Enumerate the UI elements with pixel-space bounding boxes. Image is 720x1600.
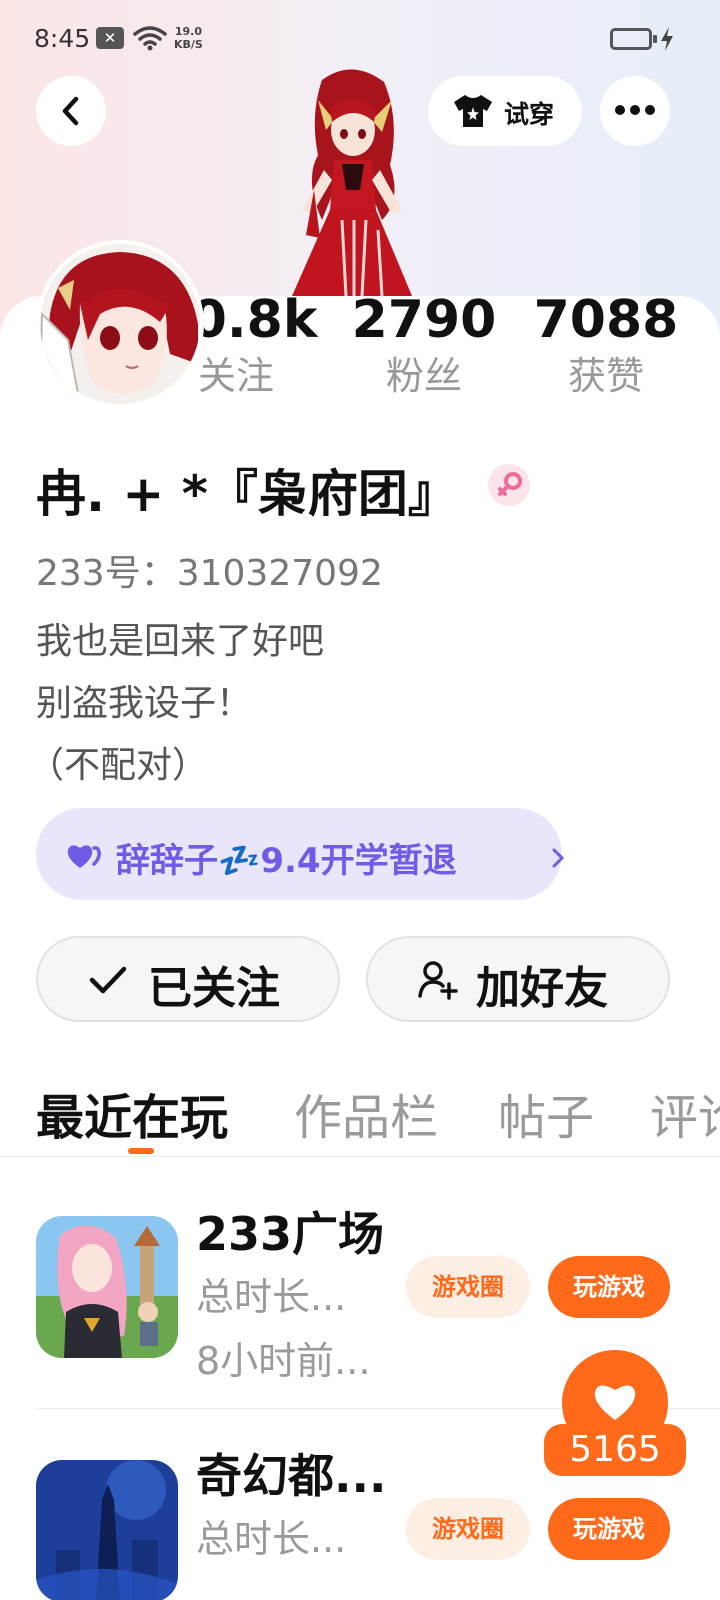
tab-posts[interactable]: 帖子 bbox=[498, 1078, 594, 1148]
add-friend-button[interactable]: 加好友 bbox=[366, 936, 670, 1022]
tab-comments[interactable]: 评论 bbox=[650, 1078, 720, 1148]
avatar-image bbox=[40, 244, 200, 404]
game-icon-233-plaza[interactable] bbox=[36, 1216, 178, 1358]
wifi-icon bbox=[133, 26, 167, 51]
stat-fans-value: 2790 bbox=[351, 290, 497, 350]
stat-likes[interactable]: 7088 获赞 bbox=[516, 290, 696, 398]
stat-fans[interactable]: 2790 粉丝 bbox=[334, 290, 514, 398]
bio-line-3: （不配对） bbox=[28, 745, 209, 786]
try-on-label: 试穿 bbox=[504, 100, 555, 129]
play-game-button[interactable]: 玩游戏 bbox=[548, 1498, 670, 1560]
more-options-button[interactable] bbox=[600, 76, 670, 146]
more-dots-icon bbox=[615, 105, 655, 115]
gender-badge bbox=[488, 464, 530, 506]
network-speed-unit: KB/S bbox=[174, 38, 203, 51]
user-avatar[interactable] bbox=[36, 240, 204, 408]
battery-icon bbox=[610, 28, 657, 50]
chevron-left-icon bbox=[62, 96, 79, 126]
user-status-pill[interactable]: 辞辞子💤9.4开学暂退 bbox=[36, 808, 564, 900]
like-count: 5165 bbox=[544, 1424, 686, 1476]
tab-recently-played[interactable]: 最近在玩 bbox=[36, 1078, 228, 1148]
stat-likes-value: 7088 bbox=[533, 290, 679, 350]
followed-button[interactable]: 已关注 bbox=[36, 936, 340, 1022]
stat-likes-label: 获赞 bbox=[567, 354, 644, 398]
game-title: 奇幻都... bbox=[196, 1449, 387, 1503]
chevron-right-icon bbox=[552, 848, 564, 868]
active-tab-indicator bbox=[128, 1148, 154, 1154]
bio-line-2: 别盗我设子！ bbox=[36, 683, 253, 724]
bio-line-1: 我也是回来了好吧 bbox=[36, 621, 325, 662]
female-icon bbox=[498, 472, 522, 496]
back-button[interactable] bbox=[36, 76, 106, 146]
try-on-button[interactable]: 试穿 bbox=[428, 76, 582, 146]
play-game-button[interactable]: 玩游戏 bbox=[548, 1256, 670, 1318]
user-id: 233号：310327092 bbox=[36, 553, 383, 594]
game-playtime: 总时长... bbox=[196, 1517, 347, 1561]
game-icon-fantasy-city[interactable] bbox=[36, 1460, 178, 1600]
user-name: 冉. + *『枭府团』 bbox=[36, 465, 458, 523]
tab-works[interactable]: 作品栏 bbox=[294, 1078, 438, 1148]
game-artwork bbox=[36, 1460, 178, 1600]
game-artwork bbox=[36, 1216, 178, 1358]
game-circle-button[interactable]: 游戏圈 bbox=[406, 1498, 530, 1560]
tabs-divider bbox=[0, 1156, 720, 1157]
status-time: 8:45 bbox=[34, 24, 91, 53]
add-friend-icon bbox=[418, 961, 458, 1000]
followed-label: 已关注 bbox=[148, 963, 280, 1014]
heart-icon bbox=[594, 1385, 636, 1420]
avatar-3d-figure[interactable] bbox=[262, 60, 442, 300]
checkmark-icon bbox=[89, 966, 127, 994]
network-speed: 19.0 KB/S bbox=[174, 25, 203, 51]
game-playtime: 总时长... bbox=[196, 1275, 347, 1319]
heart-icon bbox=[67, 845, 101, 868]
game-title: 233广场 bbox=[196, 1207, 385, 1261]
stat-fans-label: 粉丝 bbox=[385, 354, 462, 398]
charging-icon bbox=[661, 27, 673, 51]
notification-x-icon: ✕ bbox=[96, 27, 124, 49]
user-status-text: 辞辞子💤9.4开学暂退 bbox=[116, 841, 457, 881]
game-last-played: 8小时前... bbox=[196, 1339, 371, 1383]
add-friend-label: 加好友 bbox=[476, 963, 608, 1014]
game-circle-button[interactable]: 游戏圈 bbox=[406, 1256, 530, 1318]
network-speed-value: 19.0 bbox=[174, 25, 202, 38]
tshirt-icon bbox=[454, 95, 492, 127]
